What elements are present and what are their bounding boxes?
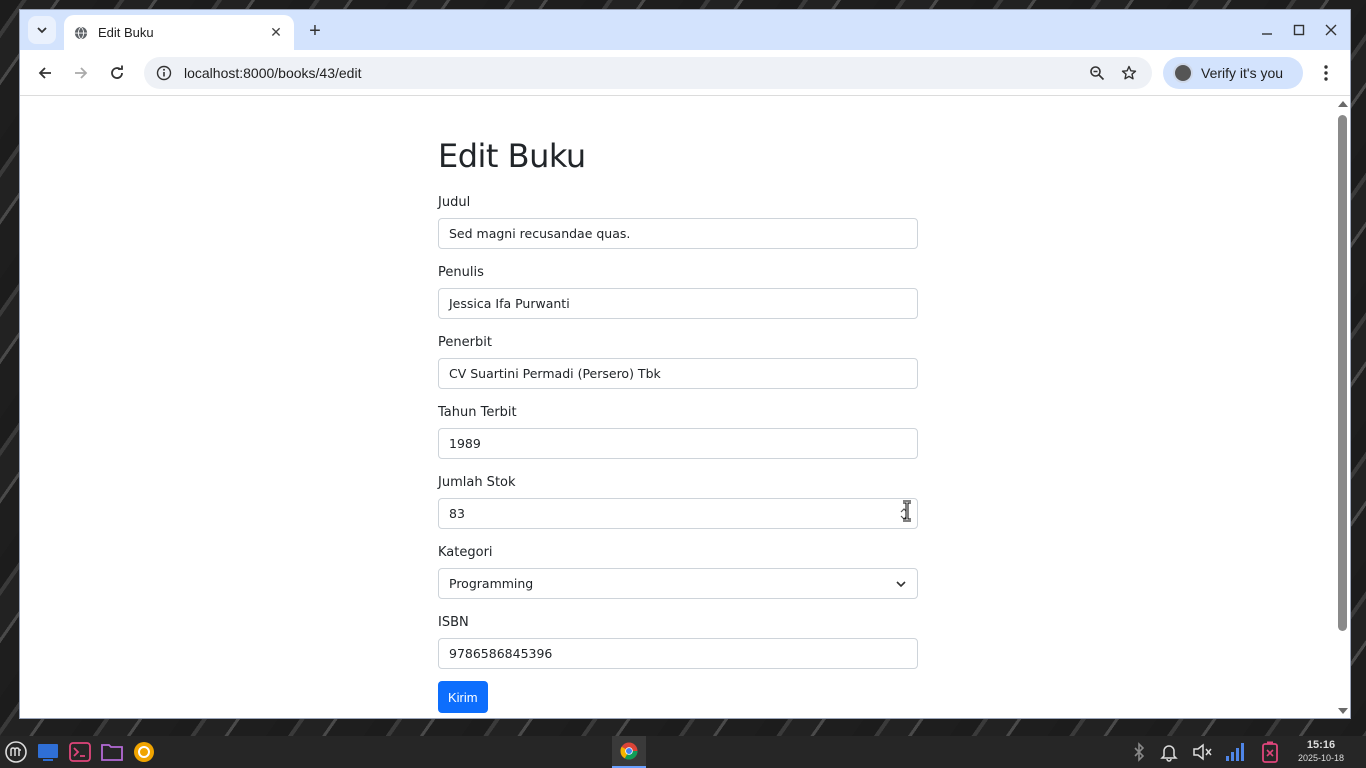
battery-warning-icon[interactable] — [1258, 740, 1282, 764]
more-vert-icon — [1324, 65, 1328, 81]
scrollbar-thumb[interactable] — [1338, 115, 1347, 631]
tab-search-button[interactable] — [28, 16, 56, 44]
reload-icon — [111, 65, 123, 79]
penerbit-value: CV Suartini Permadi (Persero) Tbk — [449, 366, 661, 381]
avatar — [1173, 63, 1193, 83]
isbn-label: ISBN — [438, 615, 469, 630]
penulis-label: Penulis — [438, 265, 484, 280]
site-info-icon[interactable] — [156, 65, 172, 81]
tahun-terbit-input[interactable]: 1989 — [438, 428, 918, 459]
reload-button[interactable] — [103, 59, 131, 87]
kategori-label: Kategori — [438, 545, 493, 560]
tab-strip: Edit Buku ✕ + — [20, 10, 1350, 50]
clock-time: 15:16 — [1306, 739, 1336, 751]
address-bar[interactable]: localhost:8000/books/43/edit — [144, 57, 1152, 89]
chevron-down-icon — [896, 581, 906, 588]
page-viewport: Edit Buku Judul Sed magni recusandae qua… — [20, 97, 1334, 718]
bluetooth-icon[interactable] — [1127, 740, 1151, 764]
judul-label: Judul — [438, 195, 471, 210]
field-penerbit: Penerbit CV Suartini Permadi (Persero) T… — [438, 335, 918, 389]
tahun-terbit-value: 1989 — [449, 436, 481, 451]
system-clock[interactable]: 15:16 2025-10-18 — [1290, 739, 1352, 763]
page-scrollbar[interactable] — [1334, 97, 1350, 718]
network-signal-icon[interactable] — [1224, 740, 1248, 764]
kategori-select[interactable]: Programming — [438, 568, 918, 599]
penerbit-label: Penerbit — [438, 335, 492, 350]
scroll-up-icon[interactable] — [1338, 101, 1348, 107]
penerbit-input[interactable]: CV Suartini Permadi (Persero) Tbk — [438, 358, 918, 389]
back-button[interactable] — [31, 59, 59, 87]
files-icon[interactable] — [100, 740, 124, 764]
clock-date: 2025-10-18 — [1297, 753, 1345, 763]
text-cursor-icon — [903, 500, 911, 522]
field-kategori: Kategori Programming — [438, 545, 918, 599]
url-text[interactable]: localhost:8000/books/43/edit — [184, 65, 1076, 81]
volume-muted-icon[interactable] — [1190, 740, 1214, 764]
scroll-down-icon[interactable] — [1338, 708, 1348, 714]
jumlah-stok-label: Jumlah Stok — [438, 475, 516, 490]
tahun-terbit-label: Tahun Terbit — [438, 405, 517, 420]
chevron-down-icon — [37, 27, 47, 34]
show-desktop-icon[interactable] — [36, 740, 60, 764]
penulis-input[interactable]: Jessica Ifa Purwanti — [438, 288, 918, 319]
start-menu-icon[interactable] — [4, 740, 28, 764]
judul-input[interactable]: Sed magni recusandae quas. — [438, 218, 918, 249]
browser-toolbar: localhost:8000/books/43/edit Verify it's… — [20, 50, 1350, 96]
new-tab-button[interactable]: + — [304, 20, 326, 42]
page-title: Edit Buku — [438, 137, 586, 175]
judul-value: Sed magni recusandae quas. — [449, 226, 631, 241]
taskbar-chrome-icon[interactable] — [612, 736, 646, 768]
bookmark-star-icon[interactable] — [1118, 62, 1140, 84]
arrow-left-icon — [38, 67, 51, 79]
profile-button-label: Verify it's you — [1201, 65, 1284, 81]
maximize-icon[interactable] — [1287, 18, 1311, 42]
isbn-input[interactable]: 9786586845396 — [438, 638, 918, 669]
forward-button[interactable] — [67, 59, 95, 87]
arrow-right-icon — [75, 67, 88, 79]
isbn-value: 9786586845396 — [449, 646, 553, 661]
close-tab-icon[interactable]: ✕ — [268, 25, 284, 41]
profile-button[interactable]: Verify it's you — [1163, 57, 1303, 89]
jumlah-stok-value: 83 — [449, 506, 465, 521]
form-container: Edit Buku Judul Sed magni recusandae qua… — [438, 97, 918, 713]
terminal-icon[interactable] — [68, 740, 92, 764]
app-launcher-icon[interactable] — [132, 740, 156, 764]
tab-edit-buku[interactable]: Edit Buku ✕ — [64, 15, 294, 50]
jumlah-stok-input[interactable]: 83 — [438, 498, 918, 529]
kategori-selected-value: Programming — [449, 576, 534, 591]
field-penulis: Penulis Jessica Ifa Purwanti — [438, 265, 918, 319]
window-close-icon[interactable] — [1319, 18, 1343, 42]
minimize-icon[interactable] — [1255, 18, 1279, 42]
field-isbn: ISBN 9786586845396 — [438, 615, 918, 669]
globe-icon — [74, 26, 88, 39]
browser-window: Edit Buku ✕ + localhost:8000/books/43/ed… — [19, 9, 1351, 719]
taskbar: 15:16 2025-10-18 — [0, 736, 1366, 768]
submit-button[interactable]: Kirim — [438, 681, 488, 713]
notifications-icon[interactable] — [1157, 740, 1181, 764]
tab-title: Edit Buku — [98, 25, 154, 40]
zoom-icon[interactable] — [1086, 62, 1108, 84]
browser-menu-button[interactable] — [1315, 61, 1337, 85]
field-judul: Judul Sed magni recusandae quas. — [438, 195, 918, 249]
field-tahun-terbit: Tahun Terbit 1989 — [438, 405, 918, 459]
field-jumlah-stok: Jumlah Stok 83 — [438, 475, 918, 529]
penulis-value: Jessica Ifa Purwanti — [449, 296, 570, 311]
